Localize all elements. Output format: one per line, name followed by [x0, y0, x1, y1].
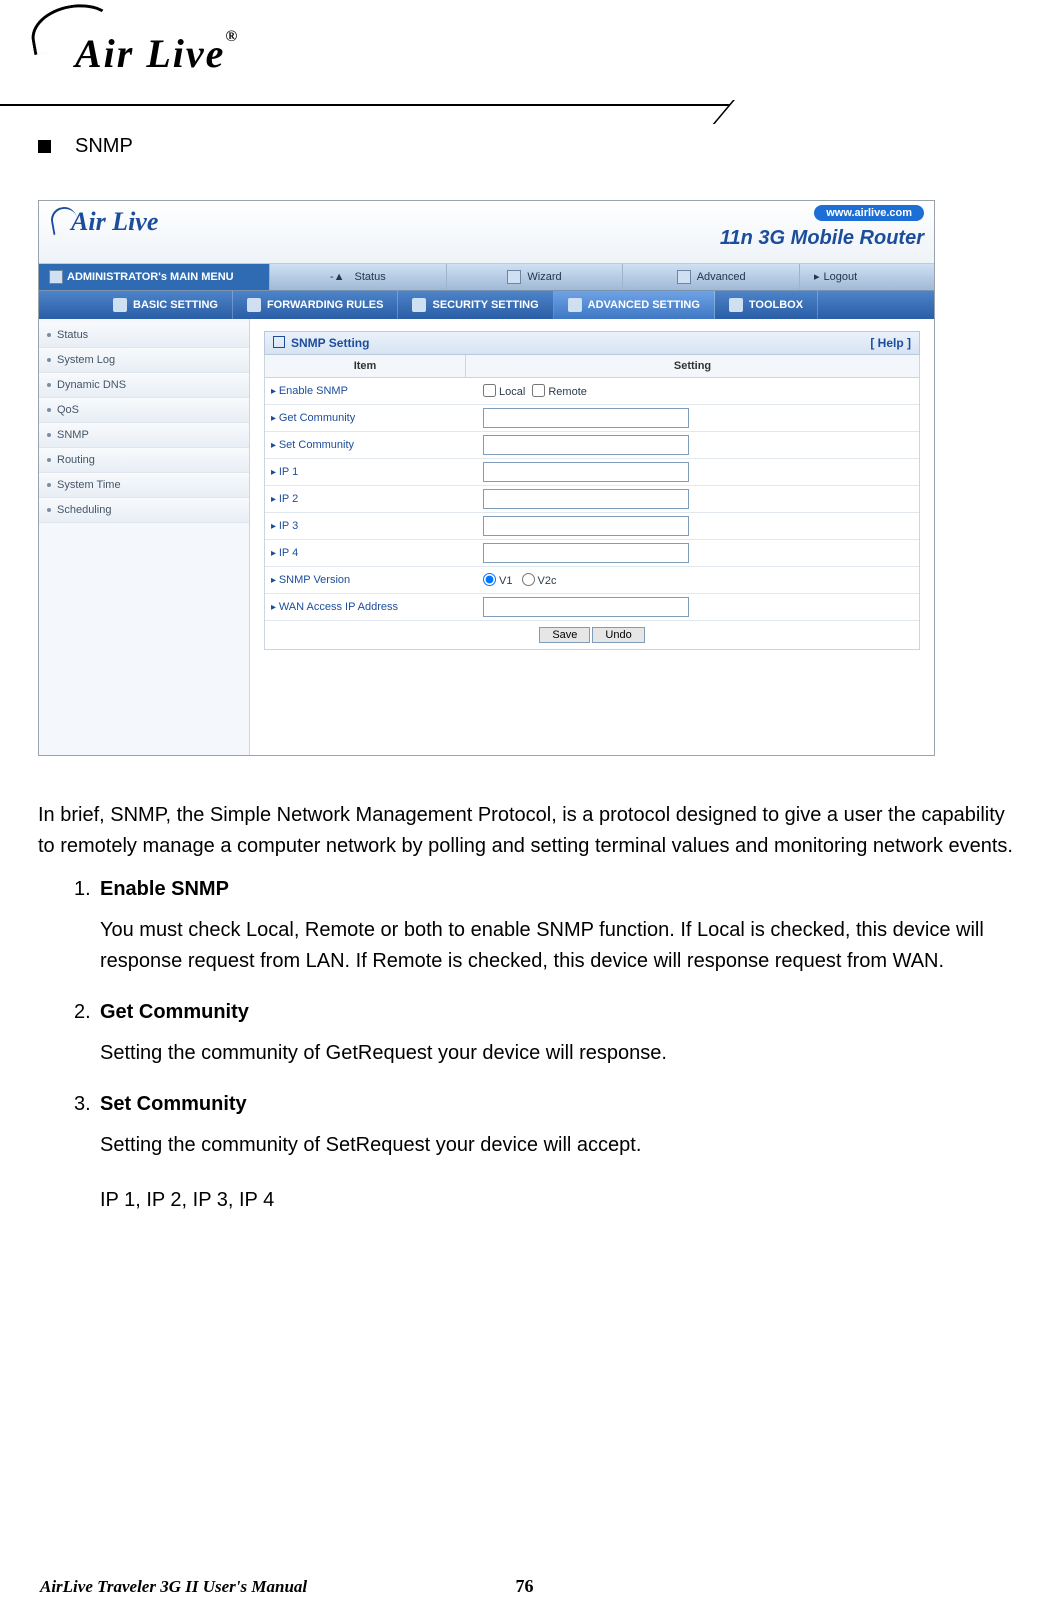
settings-panel: SNMP Setting [ Help ] Item Setting Enabl… [250, 319, 934, 755]
logout-link[interactable]: ▸Logout [799, 264, 934, 290]
radio-v1[interactable] [483, 573, 496, 586]
shot-logo: Air Live [51, 207, 158, 237]
page-footer: AirLive Traveler 3G II User's Manual 76 [40, 1576, 1009, 1597]
row-wan-access: WAN Access IP Address [265, 594, 919, 621]
tab-advanced[interactable]: Advanced [622, 264, 799, 290]
input-wan-access-ip[interactable] [483, 597, 689, 617]
input-get-community[interactable] [483, 408, 689, 428]
toolbar-advanced-setting[interactable]: ADVANCED SETTING [554, 291, 715, 319]
checkbox-local-wrap[interactable]: Local [483, 386, 525, 398]
button-row: SaveUndo [265, 621, 919, 649]
footer-manual-title: AirLive Traveler 3G II User's Manual [40, 1577, 307, 1596]
tab-status[interactable]: -▲Status [269, 264, 446, 290]
doc-logo: Air Live® [20, 10, 239, 57]
row-enable-snmp: Enable SNMP Local Remote [265, 378, 919, 405]
list-item-3-extra: IP 1, IP 2, IP 3, IP 4 [100, 1185, 1013, 1216]
checkbox-remote[interactable] [532, 384, 545, 397]
section-title: SNMP [75, 135, 133, 157]
sidebar-item-system-time[interactable]: System Time [39, 473, 249, 498]
sidebar-item-snmp[interactable]: SNMP [39, 423, 249, 448]
sidebar-item-routing[interactable]: Routing [39, 448, 249, 473]
url-pill[interactable]: www.airlive.com [814, 205, 924, 221]
security-icon [412, 298, 426, 312]
basic-icon [113, 298, 127, 312]
wizard-icon [507, 270, 521, 284]
panel-title-text: SNMP Setting [291, 336, 369, 350]
sidebar-item-status[interactable]: Status [39, 323, 249, 348]
row-ip4: IP 4 [265, 540, 919, 567]
list-item-1-body: You must check Local, Remote or both to … [100, 915, 1013, 977]
input-ip3[interactable] [483, 516, 689, 536]
header-rule [0, 100, 1049, 124]
save-button[interactable]: Save [539, 627, 590, 643]
admin-main-menu-label: ADMINISTRATOR's MAIN MENU [39, 264, 269, 290]
panel-title-bar: SNMP Setting [ Help ] [264, 331, 920, 355]
radio-v1-wrap[interactable]: V1 [483, 575, 512, 587]
radio-v2c-wrap[interactable]: V2c [522, 575, 557, 587]
settings-table: Item Setting Enable SNMP Local Remote Ge… [264, 355, 920, 650]
radio-v2c[interactable] [522, 573, 535, 586]
list-item-1: 1.Enable SNMP You must check Local, Remo… [74, 878, 1013, 977]
checkbox-remote-wrap[interactable]: Remote [532, 386, 587, 398]
main-menu-bar: ADMINISTRATOR's MAIN MENU -▲Status Wizar… [39, 264, 934, 291]
model-name: 11n 3G Mobile Router [720, 227, 924, 250]
forwarding-icon [247, 298, 261, 312]
page-number: 76 [516, 1576, 534, 1597]
section-heading: SNMP [38, 135, 1013, 158]
sidebar: Status System Log Dynamic DNS QoS SNMP R… [39, 319, 250, 755]
checkbox-local[interactable] [483, 384, 496, 397]
sidebar-item-system-log[interactable]: System Log [39, 348, 249, 373]
toolbar: BASIC SETTING FORWARDING RULES SECURITY … [39, 291, 934, 319]
row-ip3: IP 3 [265, 513, 919, 540]
tab-wizard[interactable]: Wizard [446, 264, 623, 290]
col-item: Item [265, 355, 466, 377]
router-ui-screenshot: Air Live www.airlive.com 11n 3G Mobile R… [38, 200, 935, 756]
row-snmp-version: SNMP Version V1 V2c [265, 567, 919, 594]
toolbar-toolbox[interactable]: TOOLBOX [715, 291, 818, 319]
row-ip2: IP 2 [265, 486, 919, 513]
toolbar-basic-setting[interactable]: BASIC SETTING [99, 291, 233, 319]
row-set-community: Set Community [265, 432, 919, 459]
table-header: Item Setting [265, 355, 919, 378]
undo-button[interactable]: Undo [592, 627, 644, 643]
shot-header: Air Live www.airlive.com 11n 3G Mobile R… [39, 201, 934, 264]
list-item-3-body: Setting the community of SetRequest your… [100, 1130, 1013, 1161]
list-item-2: 2.Get Community Setting the community of… [74, 1001, 1013, 1069]
label-enable-snmp: Enable SNMP [265, 381, 477, 401]
list-item-3: 3.Set Community Setting the community of… [74, 1093, 1013, 1216]
input-ip4[interactable] [483, 543, 689, 563]
input-set-community[interactable] [483, 435, 689, 455]
sidebar-item-dynamic-dns[interactable]: Dynamic DNS [39, 373, 249, 398]
toolbox-icon [729, 298, 743, 312]
input-ip1[interactable] [483, 462, 689, 482]
col-setting: Setting [466, 355, 919, 377]
toolbar-security-setting[interactable]: SECURITY SETTING [398, 291, 553, 319]
row-get-community: Get Community [265, 405, 919, 432]
toolbar-forwarding-rules[interactable]: FORWARDING RULES [233, 291, 399, 319]
input-ip2[interactable] [483, 489, 689, 509]
advanced-icon [677, 270, 691, 284]
doc-logo-text: Air Live [75, 31, 225, 76]
intro-paragraph: In brief, SNMP, the Simple Network Manag… [38, 800, 1013, 862]
row-ip1: IP 1 [265, 459, 919, 486]
help-link[interactable]: [ Help ] [870, 336, 911, 350]
sidebar-item-scheduling[interactable]: Scheduling [39, 498, 249, 523]
list-item-2-body: Setting the community of GetRequest your… [100, 1038, 1013, 1069]
sidebar-item-qos[interactable]: QoS [39, 398, 249, 423]
advanced-setting-icon [568, 298, 582, 312]
numbered-list: 1.Enable SNMP You must check Local, Remo… [74, 878, 1013, 1216]
registered-mark: ® [225, 28, 239, 45]
bullet-square-icon [38, 140, 51, 153]
panel-square-icon [273, 336, 285, 348]
admin-icon [49, 270, 63, 284]
